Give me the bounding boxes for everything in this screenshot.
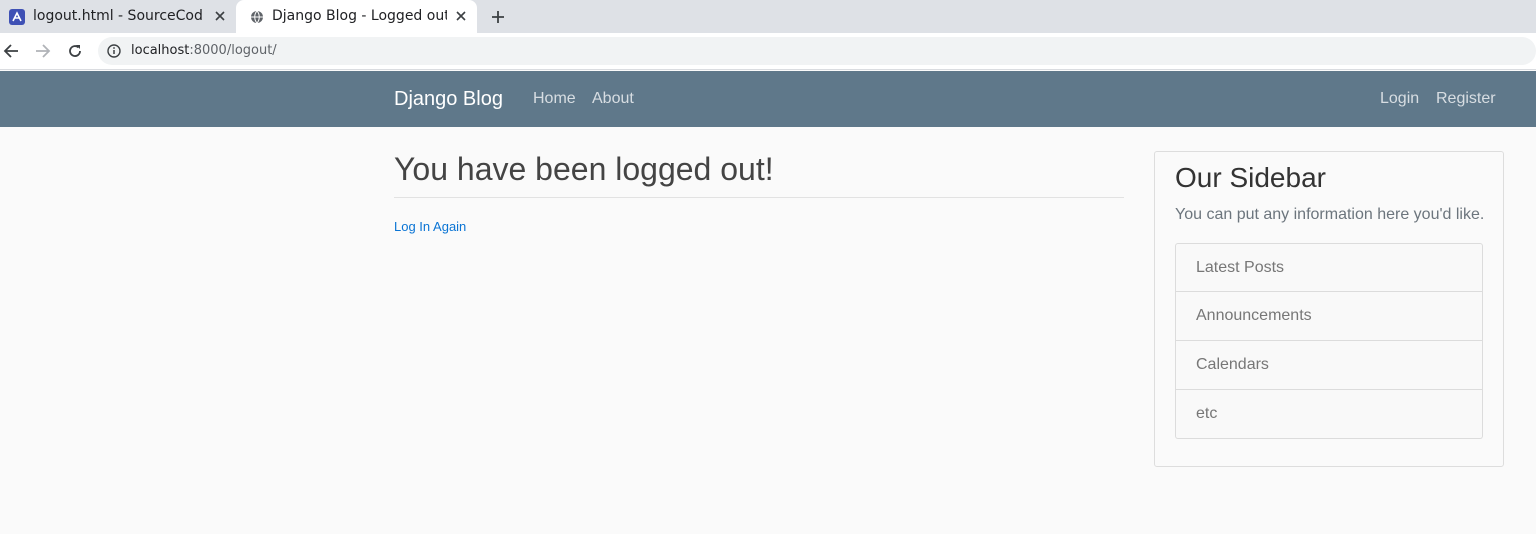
browser-toolbar: localhost:8000/logout/ <box>0 33 1536 70</box>
sidebar-item-calendars[interactable]: Calendars <box>1175 341 1483 390</box>
tab-title: Django Blog - Logged out <box>272 8 447 24</box>
log-in-again-link[interactable]: Log In Again <box>394 219 466 234</box>
browser-tab-source[interactable]: logout.html - SourceCode <box>0 0 236 33</box>
sidebar-item-announcements[interactable]: Announcements <box>1175 292 1483 341</box>
nav-link-about[interactable]: About <box>592 90 634 108</box>
divider <box>394 197 1124 198</box>
url-text: localhost:8000/logout/ <box>131 43 277 58</box>
sidebar-item-latest-posts[interactable]: Latest Posts <box>1175 243 1483 292</box>
reload-icon[interactable] <box>65 41 85 61</box>
globe-icon <box>249 9 265 25</box>
page-title: You have been logged out! <box>394 151 774 187</box>
forward-arrow-icon[interactable] <box>33 41 53 61</box>
brand-link[interactable]: Django Blog <box>394 88 503 111</box>
url-host: localhost <box>131 43 190 58</box>
close-icon[interactable] <box>453 8 469 24</box>
site-navbar: Django Blog Home About Login Register <box>0 71 1536 127</box>
sidebar-item-etc[interactable]: etc <box>1175 390 1483 439</box>
nav-link-home[interactable]: Home <box>533 90 576 108</box>
sidebar: Our Sidebar You can put any information … <box>1154 151 1504 467</box>
nav-link-register[interactable]: Register <box>1436 90 1496 108</box>
address-bar[interactable]: localhost:8000/logout/ <box>98 37 1536 65</box>
sidebar-text: You can put any information here you'd l… <box>1175 206 1485 223</box>
tab-title: logout.html - SourceCode <box>33 8 203 24</box>
new-tab-icon[interactable] <box>487 6 509 28</box>
app-icon <box>9 9 25 25</box>
nav-link-login[interactable]: Login <box>1380 90 1419 108</box>
sidebar-title: Our Sidebar <box>1175 162 1326 193</box>
sidebar-list: Latest Posts Announcements Calendars etc <box>1175 243 1483 439</box>
browser-tab-strip: logout.html - SourceCode Django Blog - L… <box>0 0 1536 33</box>
info-icon[interactable] <box>107 44 121 58</box>
close-icon[interactable] <box>212 8 228 24</box>
browser-tab-blog[interactable]: Django Blog - Logged out <box>236 0 477 33</box>
back-arrow-icon[interactable] <box>1 41 21 61</box>
url-path: :8000/logout/ <box>189 43 277 58</box>
